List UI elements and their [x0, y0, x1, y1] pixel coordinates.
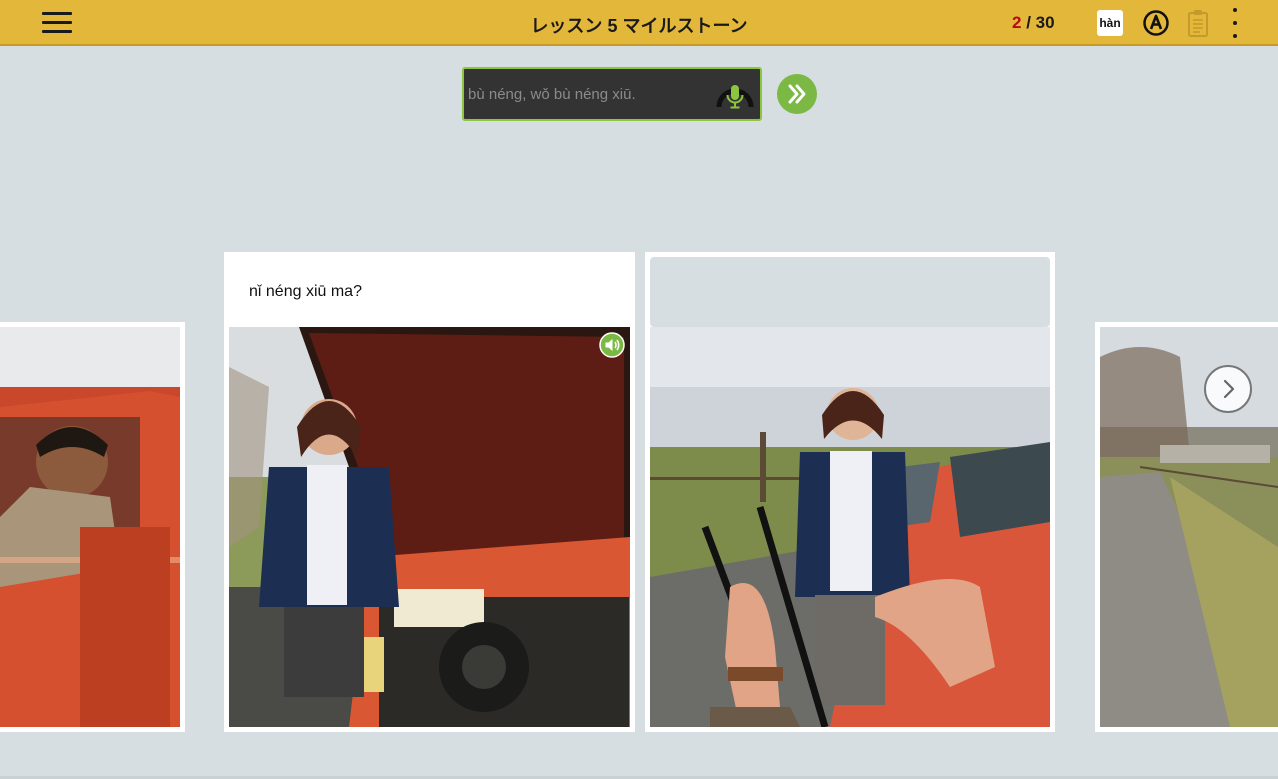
woman-open-hood-photo: [229, 327, 630, 727]
microphone-icon[interactable]: [716, 77, 754, 113]
hamburger-menu-icon[interactable]: [40, 10, 74, 36]
progress-counter: 2 / 30: [1012, 13, 1055, 33]
progress-current: 2: [1012, 13, 1022, 32]
answer-input[interactable]: [468, 82, 708, 106]
speaker-icon[interactable]: [599, 332, 625, 358]
card-previous[interactable]: [0, 322, 185, 732]
empty-caption-area: [650, 257, 1050, 327]
woman-wipers-photo: [650, 327, 1050, 727]
progress-total: / 30: [1026, 13, 1055, 32]
card-active[interactable]: nǐ néng xiū ma?: [224, 252, 635, 732]
card-next[interactable]: [645, 252, 1055, 732]
top-bar: レッスン 5 マイルストーン 2 / 30 hàn: [0, 0, 1278, 46]
carousel-next-button[interactable]: [1204, 365, 1252, 413]
next-button[interactable]: [777, 74, 817, 114]
card-caption: nǐ néng xiū ma?: [249, 283, 362, 300]
man-in-car-photo: [0, 327, 180, 727]
chevron-right-icon: [1223, 379, 1235, 399]
han-script-button[interactable]: hàn: [1097, 10, 1123, 36]
clipboard-icon[interactable]: [1186, 8, 1210, 38]
double-chevron-right-icon: [788, 84, 806, 104]
lesson-title: レッスン 5 マイルストーン: [530, 16, 748, 36]
answer-input-box: [462, 67, 762, 121]
kebab-menu-icon[interactable]: [1226, 6, 1244, 40]
circled-a-icon[interactable]: [1142, 9, 1170, 37]
